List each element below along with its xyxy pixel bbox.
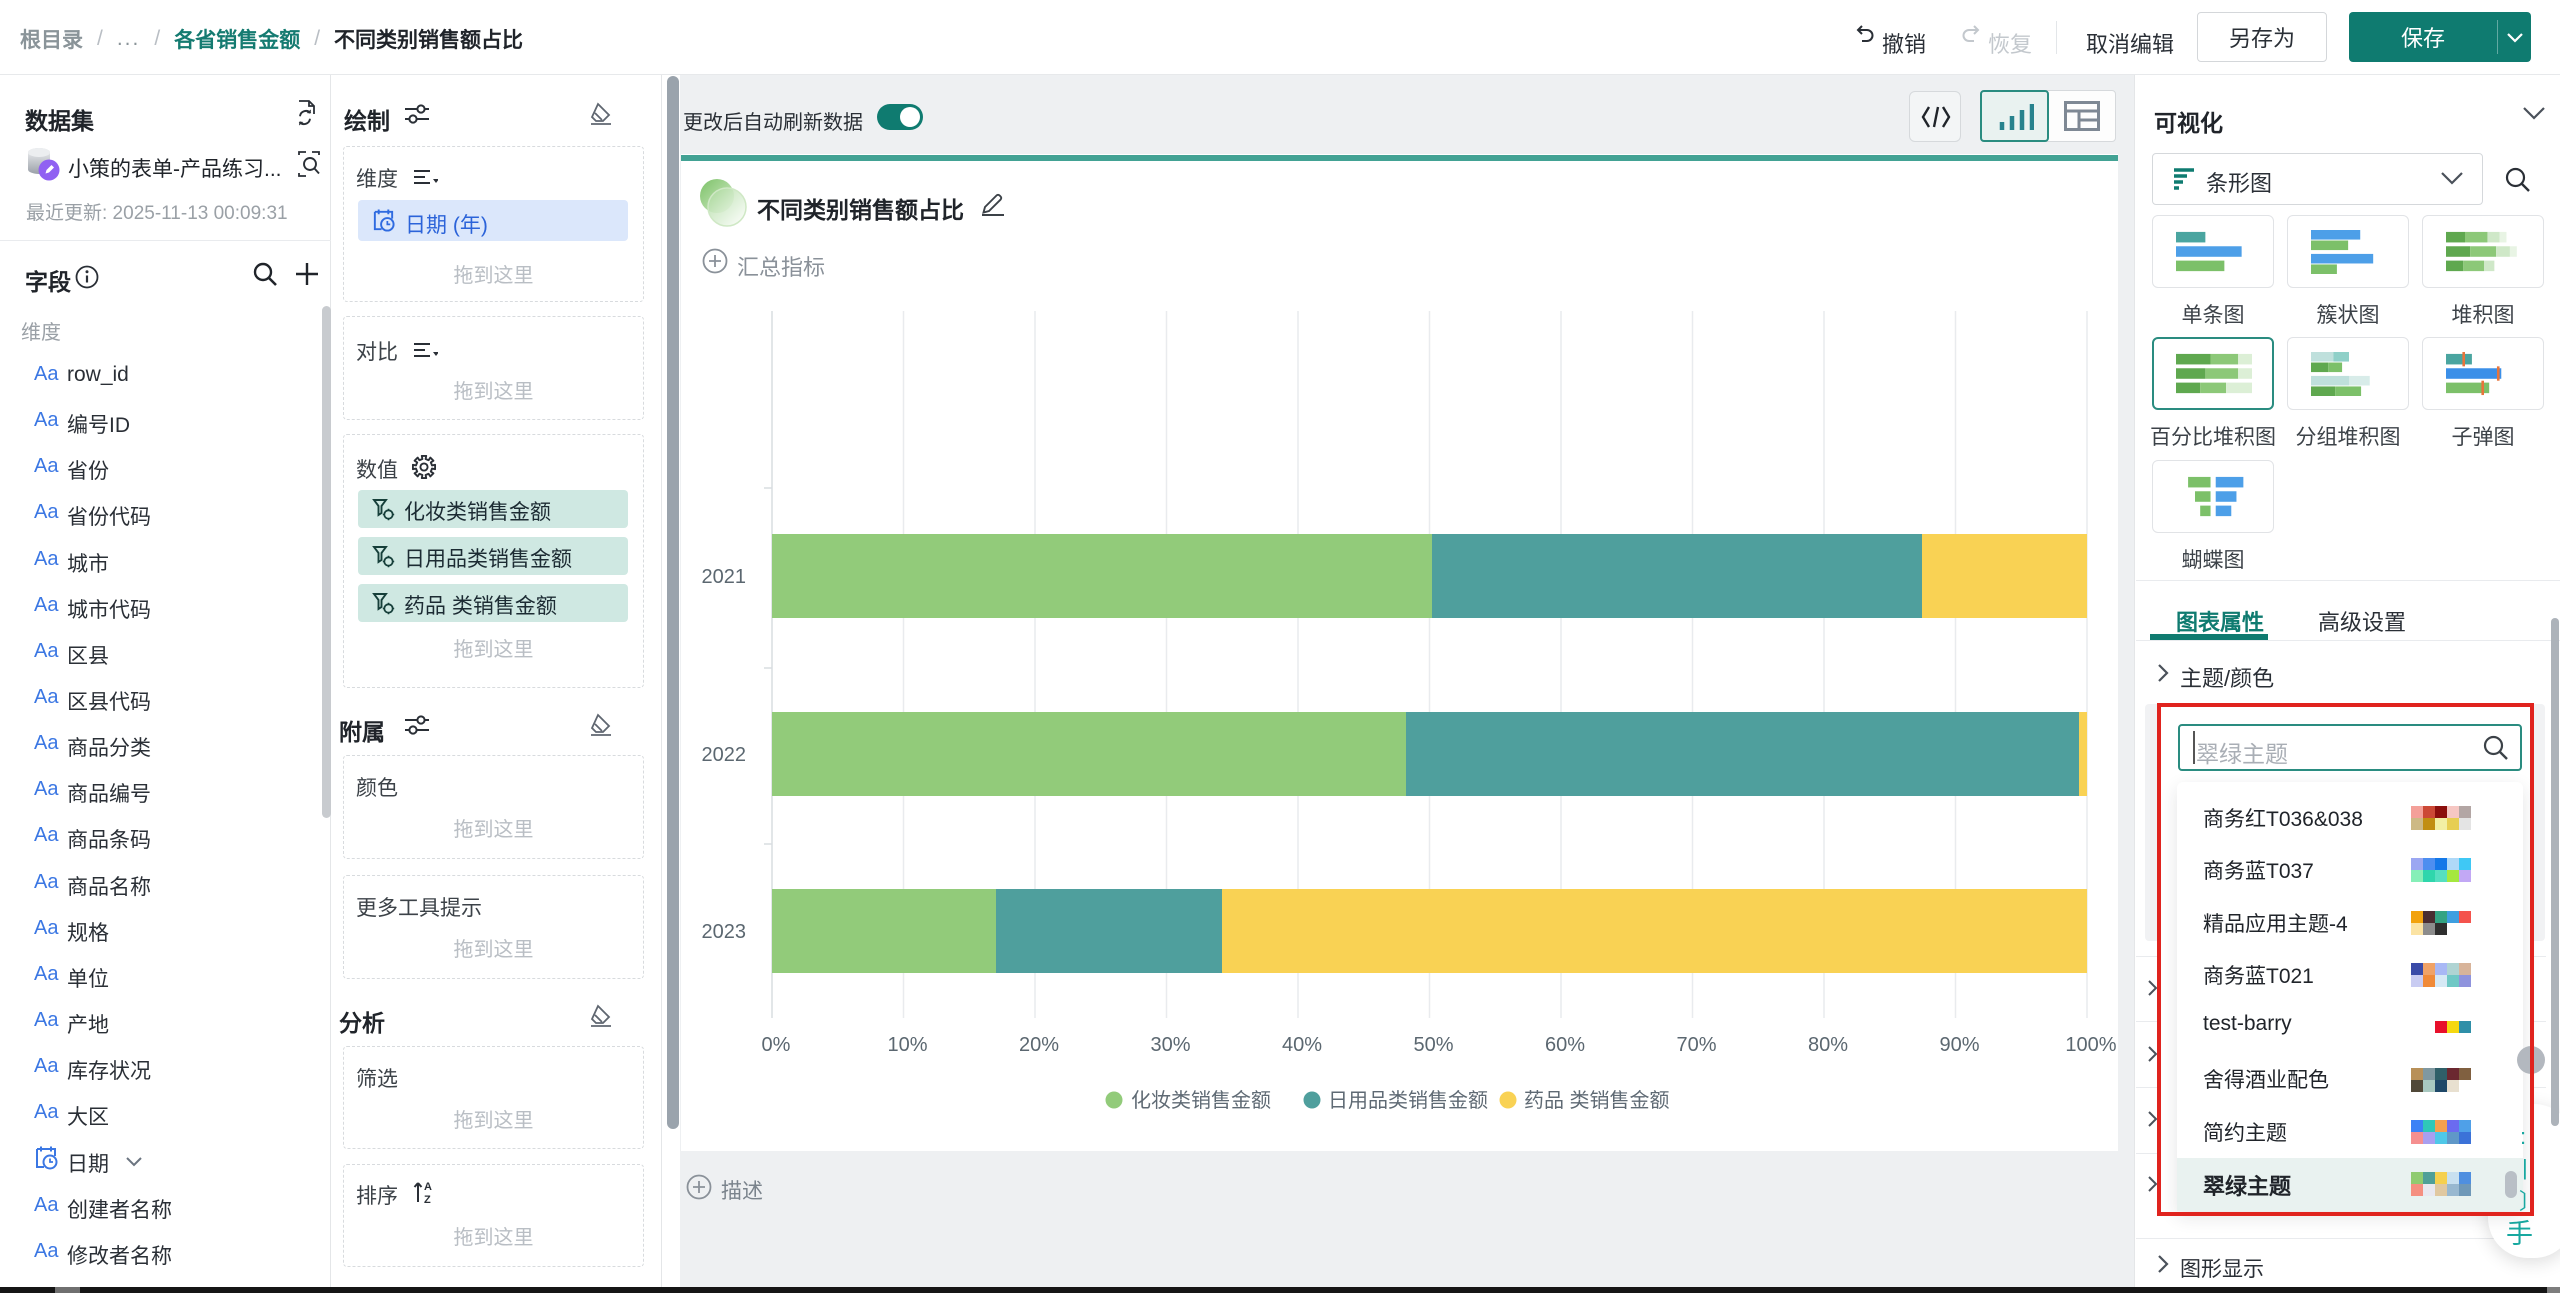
- svg-text:70%: 70%: [1676, 1034, 1716, 1056]
- svg-text:30%: 30%: [1150, 1034, 1190, 1056]
- svg-text:化妆类销售金额: 化妆类销售金额: [1131, 1089, 1271, 1112]
- svg-text:10%: 10%: [887, 1034, 927, 1056]
- svg-text:40%: 40%: [1282, 1034, 1322, 1056]
- svg-text:0%: 0%: [762, 1034, 791, 1056]
- svg-text:80%: 80%: [1808, 1034, 1848, 1056]
- svg-text:药品 类销售金额: 药品 类销售金额: [1524, 1089, 1670, 1112]
- svg-text:2022: 2022: [702, 744, 747, 766]
- svg-text:2021: 2021: [702, 566, 747, 588]
- svg-text:20%: 20%: [1019, 1034, 1059, 1056]
- svg-text:A: A: [424, 1181, 432, 1193]
- svg-text:90%: 90%: [1939, 1034, 1979, 1056]
- svg-text:60%: 60%: [1545, 1034, 1585, 1056]
- svg-text:Z: Z: [424, 1194, 431, 1204]
- svg-text:日用品类销售金额: 日用品类销售金额: [1328, 1089, 1488, 1112]
- svg-text:100%: 100%: [2065, 1034, 2116, 1056]
- svg-text:2023: 2023: [702, 921, 747, 943]
- svg-text:50%: 50%: [1413, 1034, 1453, 1056]
